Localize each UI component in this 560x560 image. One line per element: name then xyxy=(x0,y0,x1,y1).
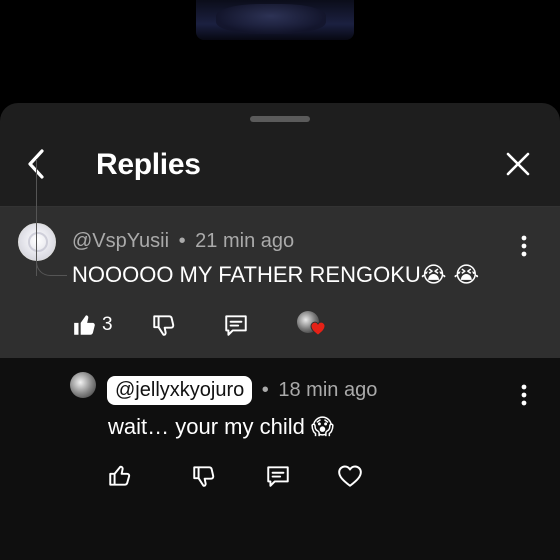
screaming-emoji: 😱 xyxy=(310,415,334,440)
reply-actions xyxy=(107,463,363,489)
heart-icon xyxy=(310,321,326,336)
comment-author[interactable]: @VspYusii xyxy=(72,230,169,252)
comment-time: 21 min ago xyxy=(195,230,295,252)
comment-icon xyxy=(267,466,289,487)
dislike-button[interactable] xyxy=(151,312,177,338)
reply-comment: @jellyxkyojuro • 18 min ago wait… your m… xyxy=(0,358,560,560)
heart-outline-icon xyxy=(338,465,362,487)
drag-handle[interactable] xyxy=(250,116,310,122)
replies-header: Replies xyxy=(0,138,560,198)
more-options-button[interactable] xyxy=(514,380,534,410)
author-mention-chip[interactable]: @jellyxkyojuro xyxy=(107,376,253,405)
page-title: Replies xyxy=(96,148,201,181)
thumbs-down-icon xyxy=(152,315,174,336)
reply-meta: @jellyxkyojuro • 18 min ago xyxy=(107,376,377,405)
heart-button[interactable] xyxy=(337,464,363,488)
crying-emoji: 😭 😭 xyxy=(420,263,480,288)
reply-text: wait… your my child 😱 xyxy=(108,414,334,440)
comment-meta: @VspYusii • 21 min ago xyxy=(72,230,294,253)
close-icon xyxy=(506,152,530,176)
parent-actions: 3 xyxy=(72,311,327,339)
replies-sheet: Replies @VspYusii • 21 min ago NOOOOO MY… xyxy=(0,103,560,560)
reply-time: 18 min ago xyxy=(278,379,378,401)
video-thumbnail xyxy=(196,0,354,40)
comment-icon xyxy=(224,315,247,336)
reply-button[interactable] xyxy=(223,312,249,338)
like-button[interactable]: 3 xyxy=(72,312,113,338)
more-options-button[interactable] xyxy=(514,231,534,261)
close-button[interactable] xyxy=(500,146,536,182)
meta-separator: • xyxy=(178,230,186,252)
thumbs-up-icon xyxy=(109,465,131,486)
avatar[interactable] xyxy=(70,372,96,398)
thumbs-up-filled-icon xyxy=(74,315,95,335)
more-vertical-icon xyxy=(521,384,527,406)
parent-comment: @VspYusii • 21 min ago NOOOOO MY FATHER … xyxy=(0,207,560,358)
like-button[interactable] xyxy=(107,463,133,489)
like-count: 3 xyxy=(102,314,113,335)
comment-text: NOOOOO MY FATHER RENGOKU😭 😭 xyxy=(72,262,479,288)
creator-heart-badge xyxy=(296,311,327,339)
reply-body: wait… your my child xyxy=(108,414,305,439)
more-vertical-icon xyxy=(521,235,527,257)
meta-separator: • xyxy=(261,379,269,401)
thread-connector xyxy=(36,243,67,276)
dislike-button[interactable] xyxy=(191,463,217,489)
comment-body: NOOOOO MY FATHER RENGOKU xyxy=(72,262,421,287)
thumbs-down-icon xyxy=(193,466,215,487)
reply-button[interactable] xyxy=(265,463,291,489)
